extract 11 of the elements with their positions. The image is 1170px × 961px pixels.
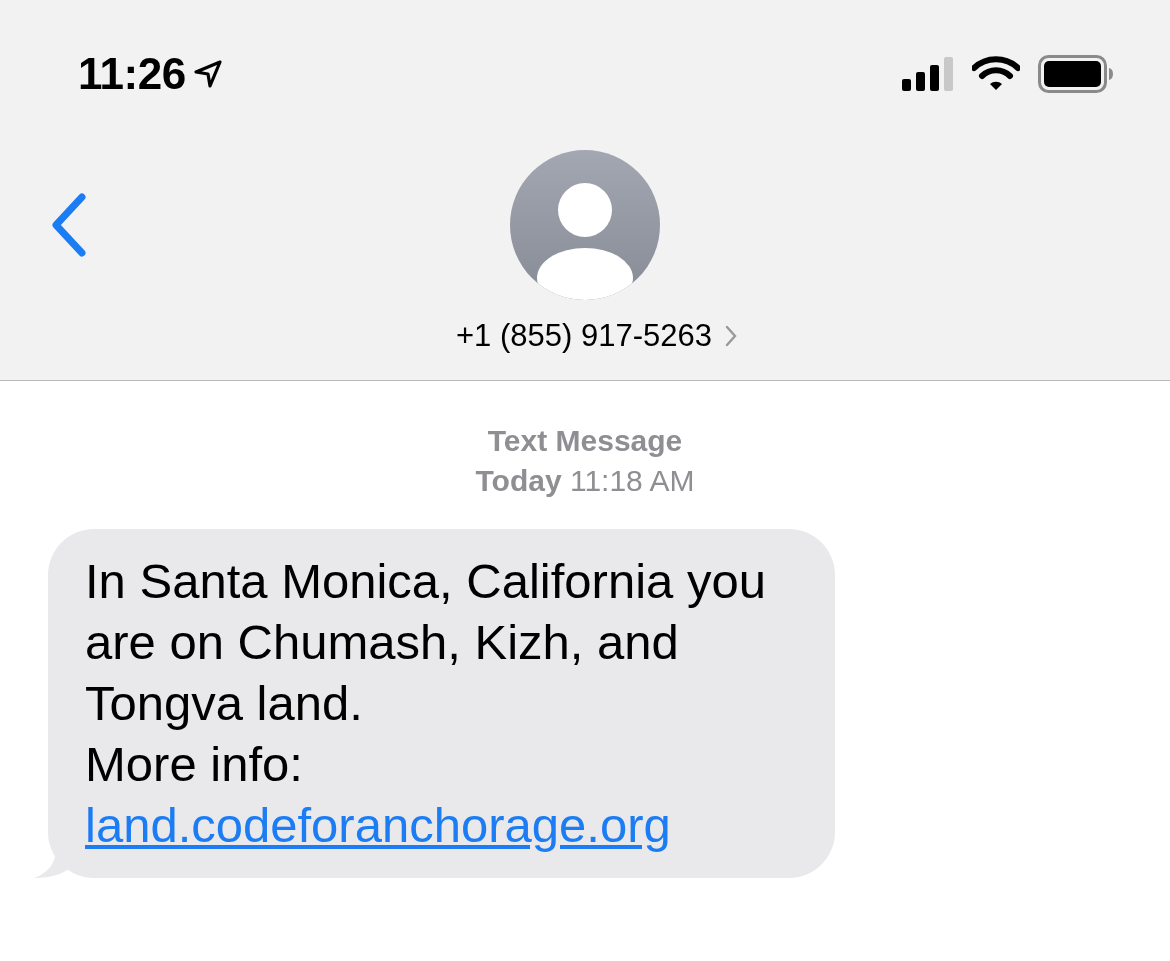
contact-name-link[interactable]: +1 (855) 917-5263 bbox=[456, 318, 738, 354]
message-text: In Santa Monica, California you are on Chumash, Kizh, and Tongva land. bbox=[85, 553, 767, 732]
message-timestamp: Today 11:18 AM bbox=[475, 463, 695, 499]
chevron-icon bbox=[723, 324, 738, 348]
signal-icon bbox=[902, 57, 954, 91]
wifi-icon bbox=[972, 56, 1020, 92]
status-time: 11:26 bbox=[78, 49, 186, 99]
battery-icon bbox=[1038, 55, 1114, 93]
avatar-icon[interactable] bbox=[510, 150, 660, 300]
message-text: More info: bbox=[85, 736, 304, 793]
service-label: Text Message bbox=[487, 423, 683, 459]
